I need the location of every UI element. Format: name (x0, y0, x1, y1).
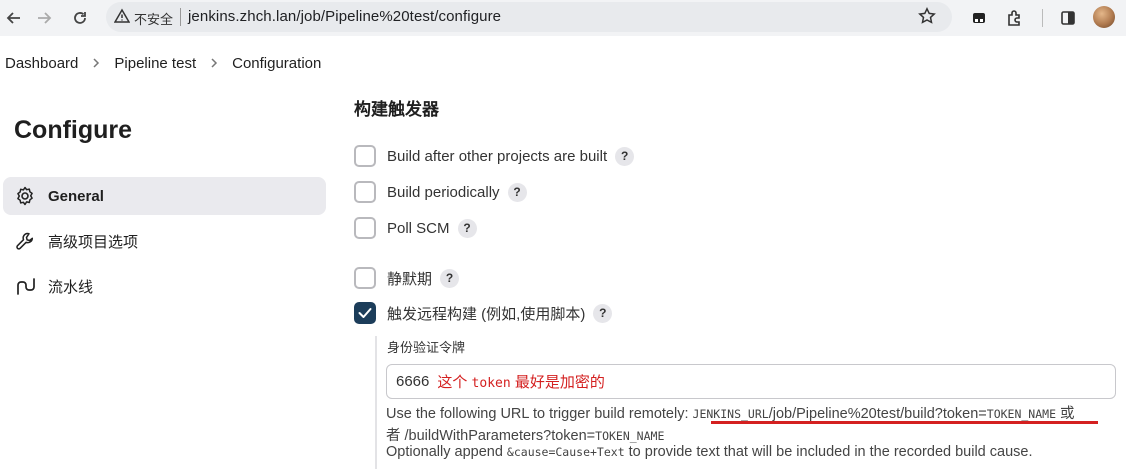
annotation-underline (711, 421, 1098, 424)
warning-icon[interactable] (113, 8, 131, 29)
chevron-right-icon (209, 57, 219, 69)
auth-token-value[interactable]: 6666 (396, 373, 429, 390)
build-with-parameters-description: 者 /buildWithParameters?token=TOKEN_NAME (386, 424, 664, 445)
reload-icon (74, 12, 86, 24)
insecure-label[interactable]: 不安全 (134, 9, 173, 28)
annotation-prefix: 这个 (437, 374, 472, 391)
trigger-quiet-period: 静默期 ? (354, 266, 460, 290)
sidebar-item-advanced[interactable]: 高级项目选项 (3, 222, 326, 260)
desc3-prefix: Optionally append (386, 444, 507, 460)
nested-options-rule (375, 336, 377, 469)
omnibox-divider (180, 8, 181, 26)
trigger-build-after-other-projects: Build after other projects are built ? (354, 144, 635, 168)
checkbox[interactable] (354, 181, 376, 203)
extension-icon[interactable] (967, 6, 991, 30)
page-title: Configure (14, 116, 133, 144)
checkbox-label[interactable]: 静默期 (387, 268, 432, 289)
sidebar-item-label: 流水线 (48, 278, 94, 296)
checkbox-label[interactable]: Build after other projects are built (387, 148, 607, 165)
address-bar[interactable]: 不安全 jenkins.zhch.lan/job/Pipeline%20test… (106, 2, 952, 32)
checkbox[interactable] (354, 267, 376, 289)
wrench-icon (15, 231, 35, 251)
extensions-puzzle-icon[interactable] (1003, 6, 1027, 30)
trigger-poll-scm: Poll SCM ? (354, 216, 477, 240)
section-heading-build-triggers: 构建触发器 (354, 100, 439, 119)
desc3-suffix: to provide text that will be included in… (624, 444, 1033, 460)
desc2-prefix: 者 /buildWithParameters?token= (386, 428, 596, 444)
checkbox-label[interactable]: Poll SCM (387, 220, 450, 237)
desc3-code: &cause=Cause+Text (506, 445, 625, 459)
sidebar-item-general[interactable]: General (3, 177, 326, 215)
profile-avatar[interactable] (1093, 6, 1115, 28)
token-field-label: 身份验证令牌 (387, 340, 466, 355)
gear-icon (15, 186, 35, 206)
bookmark-star-icon[interactable] (918, 7, 936, 30)
desc1-code: JENKINS_URL (692, 407, 769, 421)
help-icon[interactable]: ? (615, 146, 635, 166)
token-annotation: 这个 token 最好是加密的 (437, 371, 604, 392)
chevron-right-icon (91, 57, 101, 69)
checkmark-icon (358, 308, 372, 318)
checkbox[interactable] (354, 145, 376, 167)
sidebar-item-label: 高级项目选项 (48, 233, 139, 251)
forward-button[interactable] (32, 6, 56, 30)
breadcrumb-configuration[interactable]: Configuration (232, 55, 321, 72)
help-icon[interactable]: ? (457, 218, 477, 238)
annotation-suffix: 最好是加密的 (510, 374, 605, 391)
checkbox[interactable] (354, 217, 376, 239)
desc1-prefix: Use the following URL to trigger build r… (386, 406, 693, 422)
sidebar-item-label: General (48, 187, 104, 205)
checkbox-label[interactable]: Build periodically (387, 184, 500, 201)
side-panel-icon[interactable] (1056, 6, 1080, 30)
breadcrumb-pipeline-test[interactable]: Pipeline test (114, 55, 196, 72)
cause-description: Optionally append &cause=Cause+Text to p… (386, 444, 1032, 460)
trigger-remote-build: 触发远程构建 (例如,使用脚本) ? (354, 301, 613, 325)
desc2-code: TOKEN_NAME (595, 429, 665, 443)
trigger-build-periodically: Build periodically ? (354, 180, 527, 204)
auth-token-input[interactable]: 6666 这个 token 最好是加密的 (386, 364, 1116, 399)
desc1-suffix: 或 (1056, 406, 1075, 422)
pipeline-icon (15, 276, 35, 296)
breadcrumb-dashboard[interactable]: Dashboard (5, 55, 78, 72)
back-button[interactable] (2, 6, 26, 30)
toolbar-divider (1042, 9, 1043, 27)
help-icon[interactable]: ? (593, 303, 613, 323)
browser-toolbar: 不安全 jenkins.zhch.lan/job/Pipeline%20test… (0, 0, 1126, 36)
sidebar-item-pipeline[interactable]: 流水线 (3, 267, 326, 305)
help-icon[interactable]: ? (440, 268, 460, 288)
checkbox-checked[interactable] (354, 302, 376, 324)
desc1-mid: /job/Pipeline%20test/build?token= (768, 406, 987, 422)
url-text[interactable]: jenkins.zhch.lan/job/Pipeline%20test/con… (188, 8, 501, 25)
back-arrow-icon (6, 12, 20, 24)
breadcrumb: Dashboard Pipeline test Configuration (0, 40, 1126, 86)
annotation-code: token (471, 376, 511, 391)
desc1-code2: TOKEN_NAME (986, 407, 1057, 421)
reload-button[interactable] (68, 6, 92, 30)
checkbox-label[interactable]: 触发远程构建 (例如,使用脚本) (387, 303, 585, 324)
help-icon[interactable]: ? (507, 182, 527, 202)
forward-arrow-icon (38, 12, 52, 24)
trigger-url-description: Use the following URL to trigger build r… (386, 402, 1075, 423)
